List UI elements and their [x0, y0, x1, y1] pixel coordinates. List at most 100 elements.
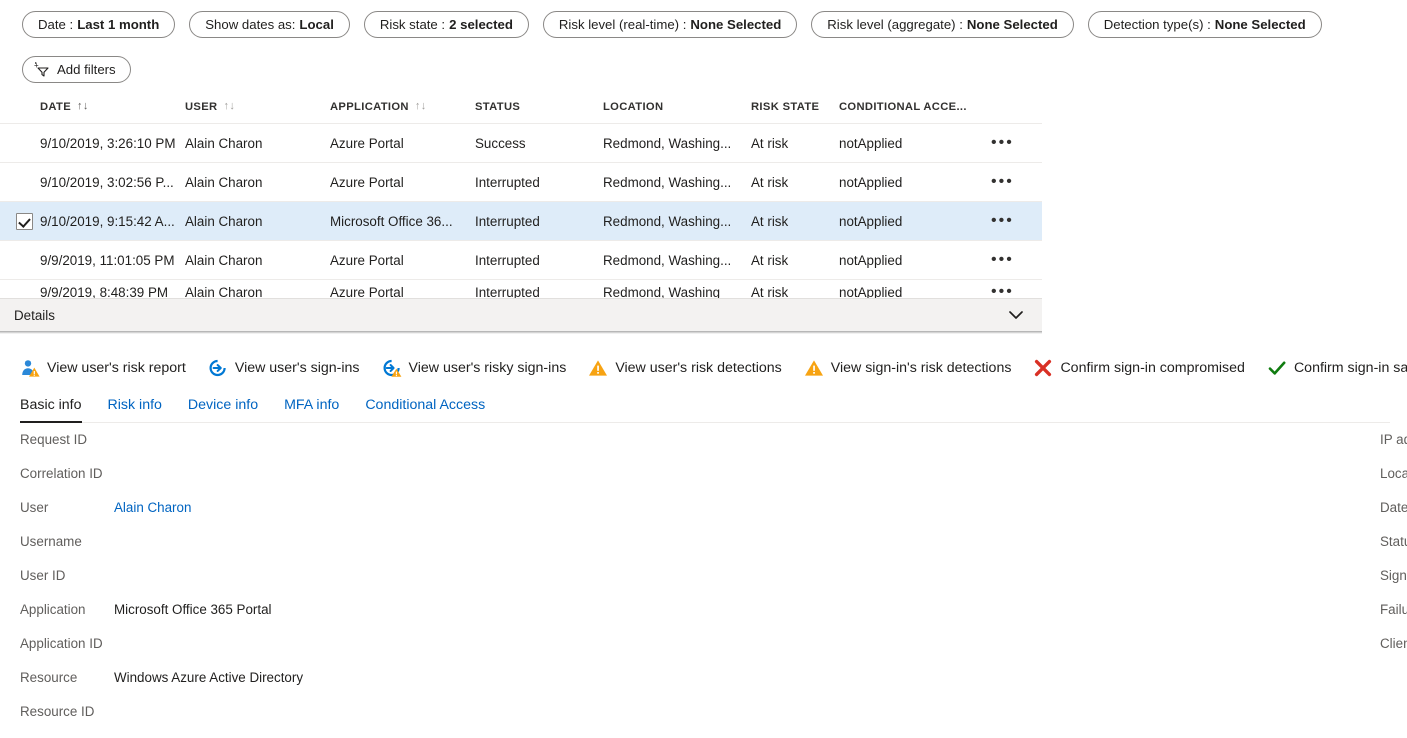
header-actions-cell	[987, 85, 1042, 124]
row-more-menu-icon[interactable]: •••	[987, 211, 1018, 231]
sort-arrows-icon[interactable]: ↑↓	[415, 100, 427, 112]
field-row: Username	[20, 534, 690, 568]
filter-risk-level-realtime[interactable]: Risk level (real-time) : None Selected	[542, 11, 798, 38]
cell-risk-state: At risk	[751, 284, 789, 299]
field-row: Sign-in error code50140	[1380, 568, 1407, 602]
column-header-conditional-acce: CONDITIONAL ACCE...	[839, 85, 987, 124]
details-tabs: Basic info Risk info Device info MFA info Co…	[20, 396, 1390, 423]
field-row: Correlation ID	[20, 466, 690, 500]
column-header-user[interactable]: USER ↑↓	[185, 85, 330, 124]
row-checkbox-cell[interactable]	[0, 123, 40, 163]
sign-ins-table: DATE ↑↓ USER ↑↓ APPLICATION ↑↓ STATUS LOCATION R…	[0, 85, 1042, 298]
column-header-label: CONDITIONAL ACCE...	[839, 101, 967, 113]
action-confirm-sign-in-safe-label: Confirm sign-in safe	[1293, 359, 1407, 376]
cell-date: 9/10/2019, 3:02:56 P...	[40, 162, 185, 202]
tab-risk-info[interactable]: Risk info	[108, 397, 162, 423]
cell-conditional-access: notApplied	[839, 201, 987, 241]
details-collapse-bar[interactable]: Details	[0, 298, 1042, 331]
action-view-users-risky-sign-ins[interactable]: View user's risky sign-ins	[382, 358, 566, 378]
table-row[interactable]: 9/9/2019, 8:48:39 PM Alain Charon Azure Po…	[0, 280, 1042, 299]
filter-show-dates-as-value: Local	[299, 17, 334, 32]
filter-show-dates-as[interactable]: Show dates as: Local	[189, 11, 350, 38]
field-value-user[interactable]: Alain Charon	[114, 500, 191, 515]
row-checkbox[interactable]	[16, 212, 33, 230]
row-more-menu-icon[interactable]: •••	[987, 282, 1018, 299]
action-confirm-sign-in-safe[interactable]: Confirm sign-in safe	[1267, 358, 1407, 378]
row-checkbox-cell[interactable]	[0, 280, 40, 299]
action-view-users-sign-ins[interactable]: View user's sign-ins	[208, 358, 360, 378]
field-row: Client appBrowser	[1380, 636, 1407, 670]
action-view-sign-ins-risk-detections[interactable]: View sign-in's risk detections	[804, 358, 1011, 378]
field-value-resource: Windows Azure Active Directory	[114, 670, 304, 685]
add-filters-label: Add filters	[57, 62, 116, 77]
column-header-label: APPLICATION	[330, 101, 409, 113]
table-row[interactable]: 9/10/2019, 3:02:56 P... Alain Charon Azure…	[0, 162, 1042, 202]
filter-risk-state[interactable]: Risk state :2 selected	[363, 11, 529, 38]
column-header-status: STATUS	[475, 85, 603, 124]
field-label-ip-address: IP address	[1380, 432, 1407, 447]
table-row[interactable]: 9/10/2019, 9:15:42 A... Alain Charon Micro…	[0, 201, 1042, 241]
action-confirm-sign-in-compromised[interactable]: Confirm sign-in compromised	[1033, 358, 1245, 378]
filter-detection-types-key: Detection type(s) :	[1103, 17, 1211, 32]
row-actions-cell: •••	[987, 280, 1042, 299]
column-header-application[interactable]: APPLICATION ↑↓	[330, 85, 475, 124]
field-label-user-id: User ID	[20, 568, 66, 583]
sort-arrows-icon[interactable]: ↑↓	[77, 100, 89, 112]
filter-risk-state-value: 2 selected	[449, 17, 513, 32]
risky-sign-in-icon	[382, 358, 402, 378]
cell-status: Interrupted	[475, 240, 603, 280]
row-more-menu-icon[interactable]: •••	[987, 172, 1018, 192]
row-more-menu-icon[interactable]: •••	[987, 133, 1018, 153]
user-risk-report-icon	[20, 358, 40, 378]
table-row[interactable]: 9/9/2019, 11:01:05 PM Alain Charon Azure P…	[0, 240, 1042, 280]
field-label-date: Date	[1380, 500, 1407, 515]
cell-application: Microsoft Office 36...	[330, 201, 475, 241]
cell-application: Azure Portal	[330, 162, 475, 202]
column-header-date[interactable]: DATE ↑↓	[40, 85, 185, 124]
filter-risk-level-aggregate[interactable]: Risk level (aggregate) : None Selected	[811, 11, 1074, 38]
warning-icon	[804, 358, 824, 378]
field-label-request-id: Request ID	[20, 432, 87, 447]
add-filters-button[interactable]: + Add filters	[22, 56, 131, 83]
tab-device-info[interactable]: Device info	[188, 397, 258, 423]
filter-date[interactable]: Date : Last 1 month	[22, 11, 176, 38]
sign-ins-table-container: DATE ↑↓ USER ↑↓ APPLICATION ↑↓ STATUS LOCATION R…	[0, 85, 1042, 298]
table-row[interactable]: 9/10/2019, 3:26:10 PM Alain Charon Azure P…	[0, 123, 1042, 163]
cell-risk-state: At risk	[751, 123, 839, 163]
field-row: Date9/10/2019, 9:15:42 AM	[1380, 500, 1407, 534]
row-checkbox-cell[interactable]	[0, 240, 40, 280]
tab-mfa-info[interactable]: MFA info	[284, 397, 339, 423]
field-label-status: Status	[1380, 534, 1407, 549]
action-confirm-sign-in-compromised-label: Confirm sign-in compromised	[1060, 359, 1245, 376]
tab-basic-info[interactable]: Basic info	[20, 397, 82, 423]
chevron-down-icon[interactable]	[1006, 308, 1042, 322]
cell-date: 9/9/2019, 8:48:39 PM	[40, 284, 169, 299]
cell-user: Alain Charon	[185, 123, 330, 163]
action-view-users-risk-detections[interactable]: View user's risk detections	[588, 358, 782, 378]
field-row: Failure reasonThis error occurred due to…	[1380, 602, 1407, 636]
column-header-label: LOCATION	[603, 101, 664, 113]
tab-conditional-access[interactable]: Conditional Access	[365, 397, 485, 423]
field-row: User ID	[20, 568, 690, 602]
sign-in-icon	[208, 358, 228, 378]
row-actions-cell: •••	[987, 201, 1042, 241]
row-checkbox-cell[interactable]	[0, 162, 40, 202]
row-actions-cell: •••	[987, 240, 1042, 280]
field-row: Resource Windows Azure Active Directory	[20, 670, 690, 704]
cell-date: 9/9/2019, 11:01:05 PM	[40, 240, 185, 280]
add-filters-row: + Add filters	[22, 56, 1407, 83]
filter-risk-level-realtime-value: None Selected	[690, 17, 782, 32]
cell-risk-state: At risk	[751, 162, 839, 202]
action-view-users-risk-report[interactable]: View user's risk report	[20, 358, 186, 378]
sort-arrows-icon[interactable]: ↑↓	[223, 100, 235, 112]
filter-risk-state-key: Risk state :	[379, 17, 446, 32]
filter-detection-types[interactable]: Detection type(s) : None Selected	[1087, 11, 1322, 38]
field-row: Request ID	[20, 432, 690, 466]
filter-detection-types-value: None Selected	[1214, 17, 1306, 32]
column-header-label: DATE	[40, 101, 72, 113]
row-checkbox-cell[interactable]	[0, 201, 40, 241]
cell-location: Redmond, Washing	[603, 284, 721, 299]
row-more-menu-icon[interactable]: •••	[987, 250, 1018, 270]
field-label-correlation-id: Correlation ID	[20, 466, 103, 481]
basic-info-right-column: IP address LocationRedmond, Washington, U…	[690, 432, 1407, 738]
